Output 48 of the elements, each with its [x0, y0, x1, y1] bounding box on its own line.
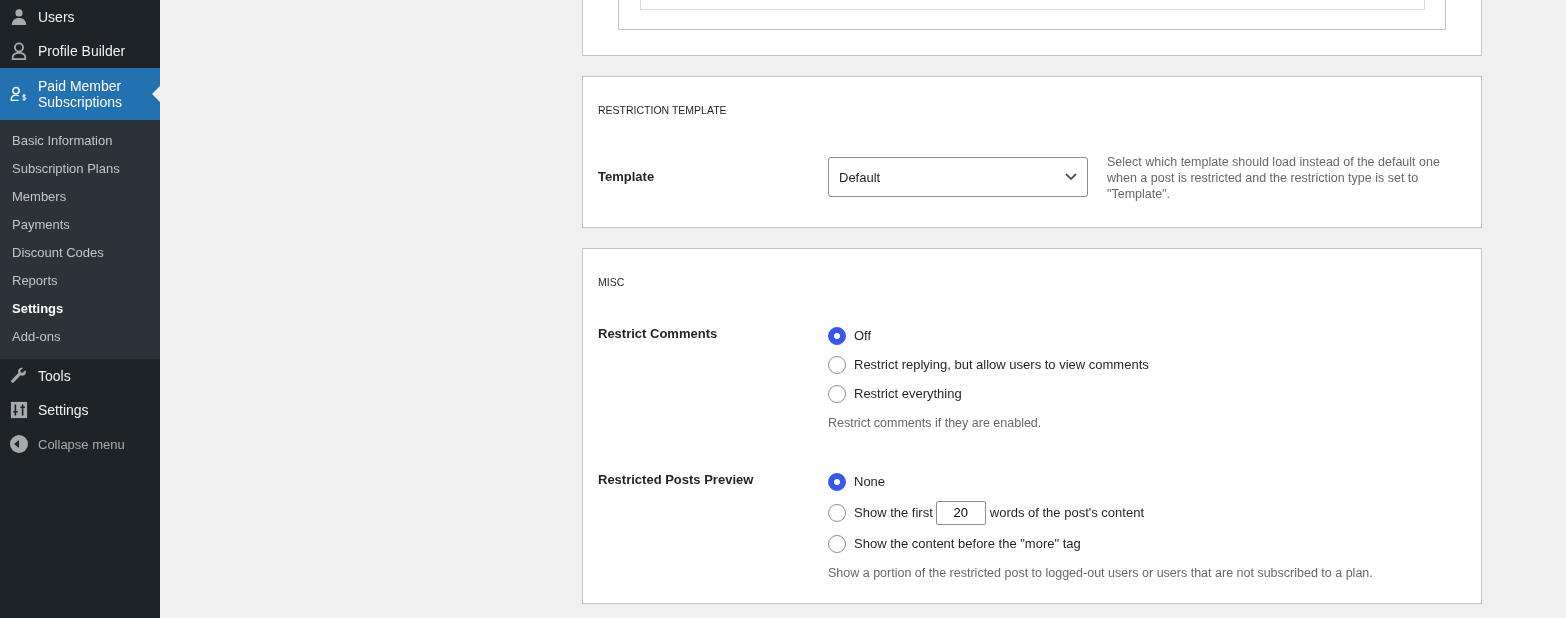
menu-item[interactable]: Paid Member Subscriptions [0, 68, 160, 120]
option-label: Off [854, 328, 872, 343]
menu-item[interactable]: Tools [0, 359, 160, 393]
user-icon [10, 42, 28, 60]
sliders-icon [10, 401, 28, 419]
option-label: None [854, 474, 886, 489]
collapse-menu-button[interactable]: Collapse menu [0, 427, 160, 461]
collapse-icon [10, 435, 28, 453]
menu-label: Tools [38, 368, 71, 384]
field-description: Restrict comments if they are enabled. [828, 415, 1043, 431]
radio-button[interactable] [828, 472, 846, 491]
wrench-icon [10, 367, 28, 385]
option-label: words of the post's content [989, 505, 1144, 520]
submenu-item[interactable]: Subscription Plans [0, 155, 160, 183]
submenu-item[interactable]: Members [0, 183, 160, 211]
field-description: Select which template should load instead of the default one when a post is restricted and the restriction type is set to "Template". [1107, 154, 1441, 202]
menu-item[interactable]: Settings [0, 393, 160, 427]
menu-label: Settings [38, 402, 89, 418]
option-label: Restrict everything [854, 386, 962, 401]
submenu-item[interactable]: Settings [0, 295, 160, 323]
submenu-item[interactable]: Basic Information [0, 127, 160, 155]
field-description: Show a portion of the restricted post to logged-out users or users that are not subscribed to a plan. [828, 565, 1373, 581]
option-label: Show the first [854, 505, 933, 520]
field-label: Restrict Comments [598, 325, 719, 343]
radio-button[interactable] [828, 534, 846, 553]
submenu-item[interactable]: Discount Codes [0, 239, 160, 267]
collapse-label: Collapse menu [38, 436, 125, 452]
submenu-item[interactable]: Add-ons [0, 323, 160, 351]
word-count-input[interactable]: 20 [935, 500, 986, 525]
menu-item[interactable]: Profile Builder [0, 34, 160, 68]
menu-item[interactable]: Users [0, 0, 160, 34]
user-dollar-icon [10, 84, 28, 104]
radio-button[interactable] [828, 384, 846, 403]
radio-button[interactable] [828, 503, 846, 522]
submenu-item[interactable]: Payments [0, 211, 160, 239]
user-icon [10, 8, 28, 26]
chevron-down-icon [1065, 173, 1077, 181]
menu-label: Paid Member Subscriptions [38, 78, 124, 110]
option-label: Show the content before the "more" tag [854, 536, 1081, 551]
option-label: Restrict replying, but allow users to view comments [854, 357, 1149, 372]
field-label: Restricted Posts Preview [598, 471, 755, 489]
submenu-item[interactable]: Reports [0, 267, 160, 295]
radio-button[interactable] [828, 326, 846, 345]
template-select[interactable]: Default [828, 157, 1088, 197]
radio-button[interactable] [828, 355, 846, 374]
menu-label: Users [38, 9, 75, 25]
field-label: Template [598, 168, 656, 186]
menu-label: Profile Builder [38, 43, 126, 59]
